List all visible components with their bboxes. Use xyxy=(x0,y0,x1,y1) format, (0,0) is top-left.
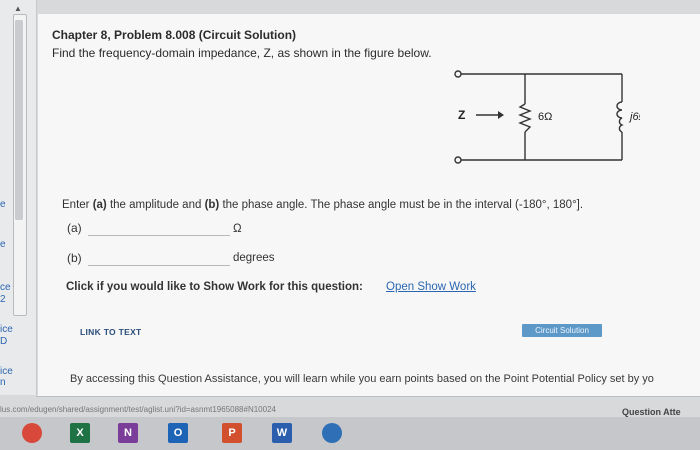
status-bar-url: lus.com/edugen/shared/assignment/test/ag… xyxy=(0,405,276,414)
problem-prompt: Find the frequency-domain impedance, Z, … xyxy=(52,46,432,60)
scrollbar-thumb[interactable] xyxy=(15,20,23,220)
app-icon[interactable] xyxy=(322,423,342,443)
instructions-mid: the amplitude and xyxy=(106,199,205,211)
divider xyxy=(36,396,700,397)
part-a-label: (a) xyxy=(67,221,82,235)
circuit-diagram: Z 6Ω j6Ω xyxy=(454,70,640,164)
link-to-text-button[interactable]: LINK TO TEXT xyxy=(80,327,142,337)
degrees-unit: degrees xyxy=(233,252,275,264)
assistance-notice: By accessing this Question Assistance, y… xyxy=(70,373,654,385)
part-b-label: (b) xyxy=(67,251,82,265)
taskbar xyxy=(0,417,700,450)
inductor-symbol xyxy=(616,101,624,133)
gutter-label: e xyxy=(0,239,6,250)
instructions: Enter (a) the amplitude and (b) the phas… xyxy=(62,199,583,211)
resistor-symbol xyxy=(518,103,532,133)
powerpoint-icon[interactable]: P xyxy=(222,423,242,443)
top-terminal xyxy=(454,70,462,78)
inductor-label: j6Ω xyxy=(628,111,640,123)
gutter-label: e xyxy=(0,199,6,210)
instructions-b: (b) xyxy=(204,199,220,211)
excel-icon[interactable]: X xyxy=(70,423,90,443)
z-label: Z xyxy=(458,108,465,122)
show-work-label: Click if you would like to Show Work for… xyxy=(66,281,363,293)
instructions-rest: the phase angle. The phase angle must be… xyxy=(219,199,584,211)
bottom-terminal xyxy=(454,156,462,164)
chrome-icon[interactable] xyxy=(22,423,42,443)
gutter-label: D xyxy=(0,336,8,347)
scroll-up-arrow-icon[interactable]: ▲ xyxy=(14,4,22,13)
instructions-a: (a) xyxy=(92,199,107,211)
gutter-label: ce xyxy=(0,282,11,293)
gutter-label: n xyxy=(0,377,6,388)
open-show-work-link[interactable]: Open Show Work xyxy=(386,281,476,293)
circuit-solution-button[interactable]: Circuit Solution xyxy=(522,324,602,337)
problem-title: Chapter 8, Problem 8.008 (Circuit Soluti… xyxy=(52,28,297,42)
gutter-label: 2 xyxy=(0,294,6,305)
ohm-unit: Ω xyxy=(233,223,242,235)
onenote-icon[interactable]: N xyxy=(118,423,138,443)
outlook-icon[interactable]: O xyxy=(168,423,188,443)
gutter-label: ice xyxy=(0,366,13,377)
phase-angle-input[interactable] xyxy=(88,249,230,266)
word-icon[interactable]: W xyxy=(272,423,292,443)
gutter-label: ice xyxy=(0,324,13,335)
question-attempt-label: Question Atte xyxy=(622,407,681,417)
instructions-prefix: Enter xyxy=(62,199,93,211)
resistor-label: 6Ω xyxy=(538,111,552,123)
amplitude-input[interactable] xyxy=(88,219,230,236)
